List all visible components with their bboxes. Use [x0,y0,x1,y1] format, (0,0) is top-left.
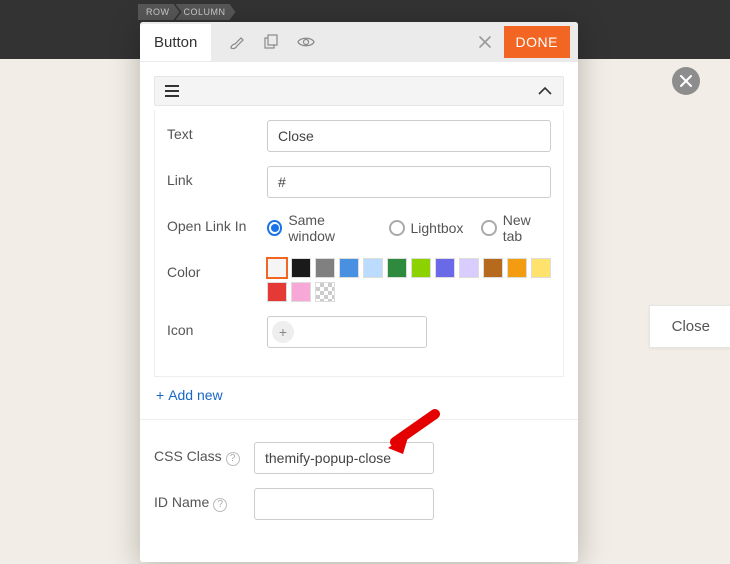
accordion-toggle[interactable] [154,76,564,106]
plus-icon: + [156,387,164,403]
text-label: Text [167,120,267,142]
color-swatch[interactable] [387,258,407,278]
panel-header: Button DONE [140,22,578,62]
divider [140,419,578,420]
add-new-button[interactable]: +Add new [154,377,223,415]
button-settings-panel: Button DONE Text Link Open [140,22,578,562]
help-icon[interactable]: ? [213,498,227,512]
color-swatch[interactable] [315,282,335,302]
eye-icon[interactable] [297,36,315,48]
color-swatch[interactable] [267,258,287,278]
color-swatch[interactable] [507,258,527,278]
accordion-content: Text Link Open Link In Same window Light… [154,110,564,377]
id-name-input[interactable] [254,488,434,520]
radio-label: Lightbox [411,220,464,236]
radio-same-window[interactable]: Same window [267,212,371,244]
radio-lightbox[interactable]: Lightbox [389,220,464,236]
breadcrumb: ROW COLUMN [138,4,236,20]
color-swatch[interactable] [459,258,479,278]
text-input[interactable] [267,120,551,152]
hamburger-icon [165,85,179,97]
id-name-label: ID Name? [154,488,254,512]
color-swatch[interactable] [291,258,311,278]
help-icon[interactable]: ? [226,452,240,466]
radio-label: New tab [503,212,551,244]
icon-picker[interactable]: + [267,316,427,348]
radio-new-tab[interactable]: New tab [481,212,551,244]
css-class-input[interactable] [254,442,434,474]
panel-tab-content[interactable]: Button [140,24,211,61]
color-swatch[interactable] [267,282,287,302]
link-input[interactable] [267,166,551,198]
color-swatch[interactable] [531,258,551,278]
done-button[interactable]: DONE [504,26,570,58]
color-swatch[interactable] [339,258,359,278]
breadcrumb-column[interactable]: COLUMN [176,4,236,20]
link-label: Link [167,166,267,188]
duplicate-icon[interactable] [263,34,279,50]
radio-label: Same window [288,212,370,244]
color-label: Color [167,258,267,280]
color-swatch[interactable] [411,258,431,278]
plus-icon: + [272,321,294,343]
brush-icon[interactable] [229,34,245,50]
open-link-label: Open Link In [167,212,267,234]
close-icon [680,75,692,87]
icon-label: Icon [167,316,267,338]
color-swatch[interactable] [483,258,503,278]
color-swatches [267,258,551,302]
close-icon[interactable] [478,35,492,49]
color-swatch[interactable] [363,258,383,278]
css-class-label: CSS Class? [154,442,254,466]
popup-close-button[interactable] [672,67,700,95]
color-swatch[interactable] [315,258,335,278]
color-swatch[interactable] [291,282,311,302]
chevron-up-icon [537,86,553,96]
preview-close-button[interactable]: Close [649,305,730,348]
color-swatch[interactable] [435,258,455,278]
breadcrumb-row[interactable]: ROW [138,4,180,20]
